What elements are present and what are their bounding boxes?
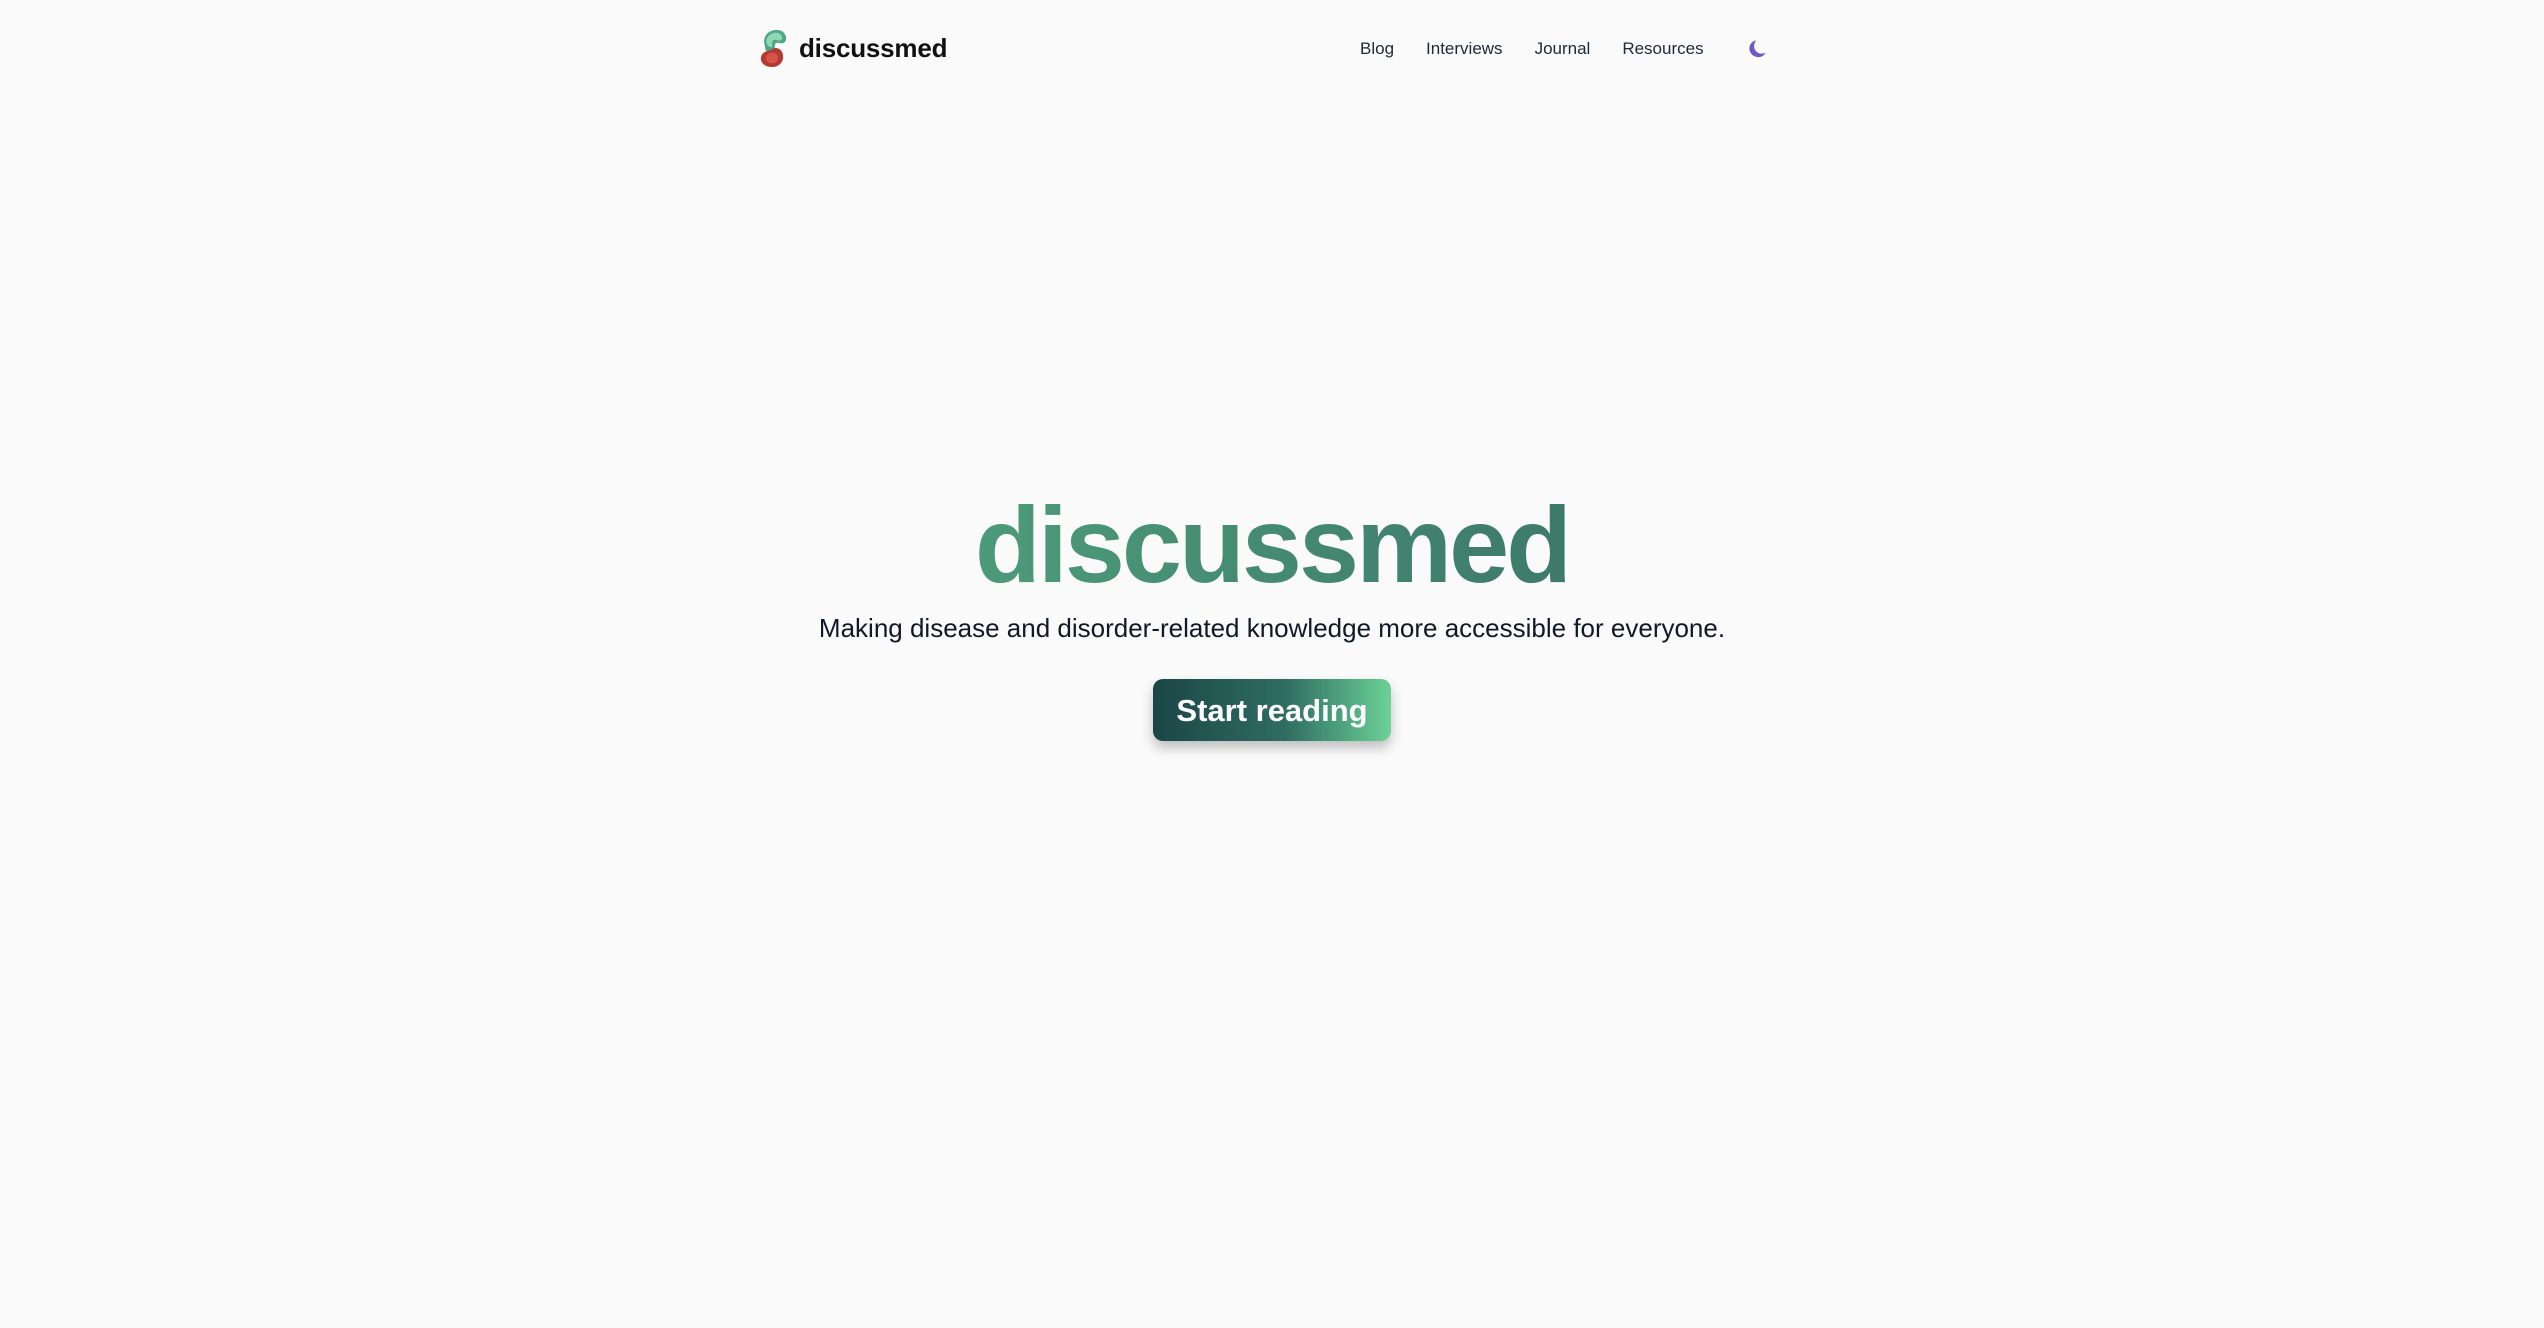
hero-section: discussmed Making disease and disorder-r… [0, 485, 2544, 741]
brand-name: discussmed [799, 32, 948, 63]
hero-title: discussmed [0, 485, 2544, 605]
moon-icon [1748, 40, 1766, 58]
home-logo-link[interactable]: discussmed [757, 22, 947, 74]
nav-interviews-link[interactable]: Interviews [1426, 39, 1503, 59]
main-navigation: Blog Interviews Journal Resources [1360, 32, 1772, 66]
site-header: discussmed Blog Interviews Journal Resou… [0, 0, 2544, 100]
discussmed-logo-icon [760, 29, 787, 67]
theme-toggle-button[interactable] [1744, 35, 1772, 63]
nav-journal-link[interactable]: Journal [1535, 39, 1591, 59]
hero-subtitle: Making disease and disorder-related know… [818, 613, 1726, 643]
nav-resources-link[interactable]: Resources [1622, 39, 1703, 59]
nav-blog-link[interactable]: Blog [1360, 39, 1394, 59]
start-reading-button[interactable]: Start reading [1153, 679, 1391, 741]
